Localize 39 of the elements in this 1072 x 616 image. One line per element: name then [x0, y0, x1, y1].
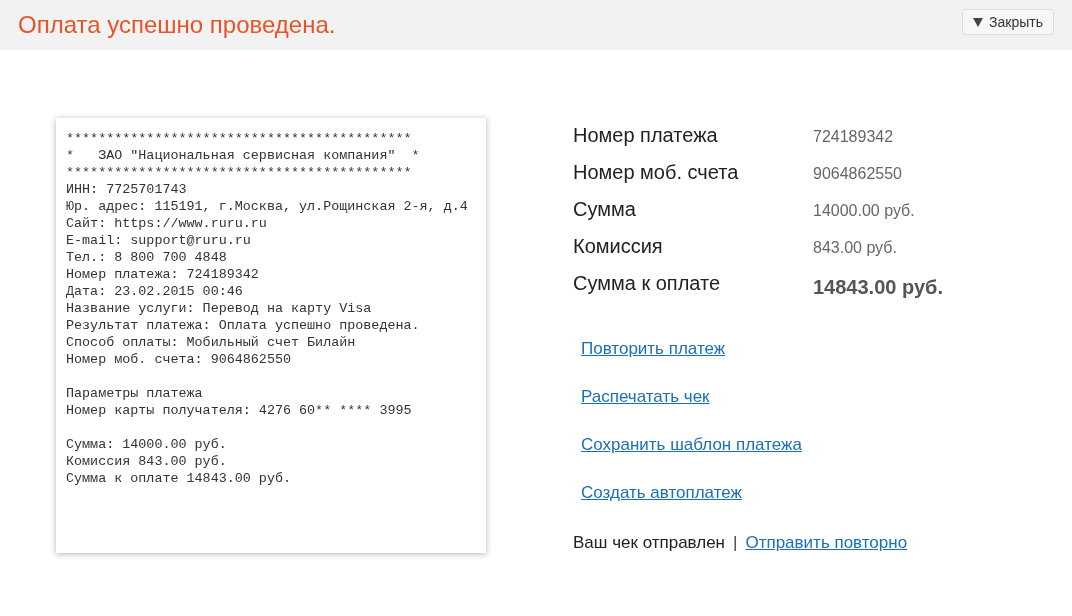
receipt-line: Комиссия 843.00 руб.	[66, 453, 228, 470]
detail-value: 843.00 руб.	[813, 239, 897, 257]
resend-link[interactable]: Отправить повторно	[745, 533, 908, 553]
action-link[interactable]: Распечатать чек	[581, 387, 710, 407]
action-link[interactable]: Сохранить шаблон платежа	[581, 435, 802, 455]
separator: |	[733, 533, 738, 553]
receipt-line: ИНН: 7725701743	[66, 181, 188, 198]
detail-label: Номер платежа	[573, 124, 719, 147]
receipt-line: *******************************************	[66, 130, 413, 147]
page-title: Оплата успешно проведена.	[18, 11, 336, 39]
receipt-line: Номер моб. счета: 9064862550	[66, 351, 292, 368]
detail-label: Сумма к оплате	[573, 272, 722, 295]
close-button[interactable]: Закрыть	[962, 9, 1054, 35]
action-link[interactable]: Повторить платеж	[581, 339, 726, 359]
receipt-line: Сайт: https://www.ruru.ru	[66, 215, 268, 232]
receipt-line: Параметры платежа	[66, 385, 204, 402]
receipt-line: Номер платежа: 724189342	[66, 266, 260, 283]
detail-value: 14000.00 руб.	[813, 202, 915, 220]
receipt-line: * ЗАО "Национальная сервисная компания" *	[66, 147, 421, 164]
detail-value: 9064862550	[813, 165, 902, 183]
detail-value: 14843.00 руб.	[813, 276, 943, 299]
action-link[interactable]: Создать автоплатеж	[581, 483, 742, 503]
receipt-line: *******************************************	[66, 164, 413, 181]
detail-label: Комиссия	[573, 235, 664, 258]
receipt-line: Способ оплаты: Мобильный счет Билайн	[66, 334, 357, 351]
receipt-line: Результат платежа: Оплата успешно проведена.	[66, 317, 421, 334]
receipt-line: Дата: 23.02.2015 00:46	[66, 283, 244, 300]
receipt-line: Юр. адрес: 115191, г.Москва, ул.Рощинская 2-я, д.4	[66, 198, 469, 215]
caret-icon	[973, 17, 984, 27]
detail-value: 724189342	[813, 128, 894, 146]
detail-label: Сумма	[573, 198, 637, 221]
receipt-status-text: Ваш чек отправлен	[573, 533, 725, 553]
receipt-line: Сумма к оплате 14843.00 руб.	[66, 470, 292, 487]
receipt-line: Номер карты получателя: 4276 60** **** 3995	[66, 402, 413, 419]
receipt-line: Тел.: 8 800 700 4848	[66, 249, 228, 266]
detail-label: Номер моб. счета	[573, 161, 740, 184]
receipt-line: Сумма: 14000.00 руб.	[66, 436, 228, 453]
receipt-line: Название услуги: Перевод на карту Visa	[66, 300, 373, 317]
receipt-line: E-mail: support@ruru.ru	[66, 232, 252, 249]
